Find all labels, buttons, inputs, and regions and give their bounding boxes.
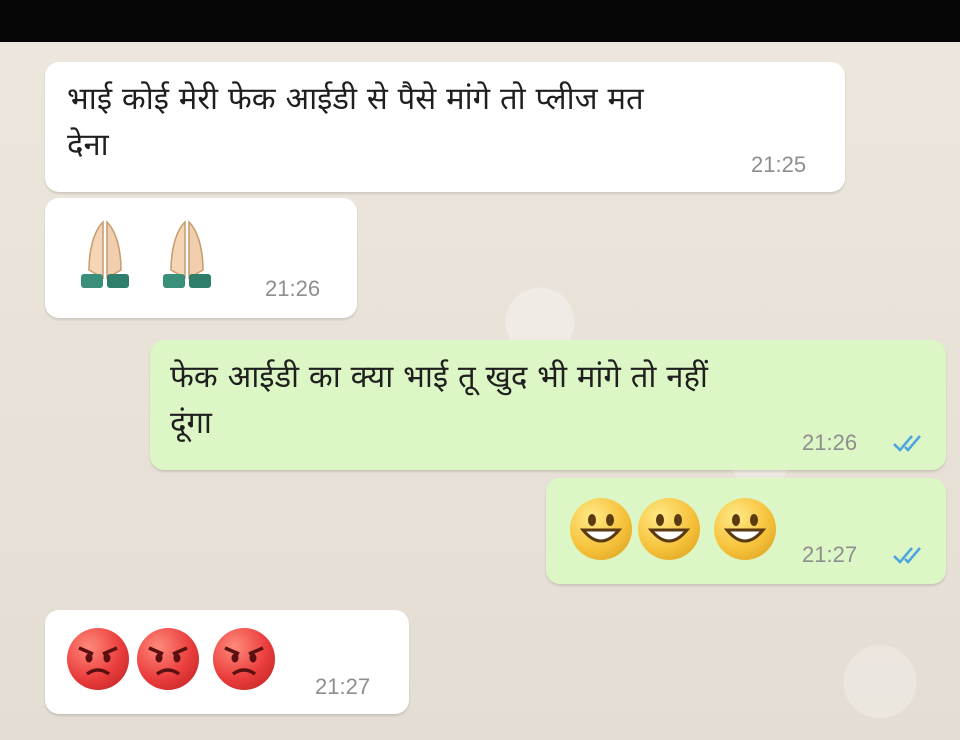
read-ticks-icon [892,432,932,454]
incoming-message[interactable]: भाई कोई मेरी फेक आईडी से पैसे मांगे तो प… [45,62,845,192]
message-text-line: भाई कोई मेरी फेक आईडी से पैसे मांगे तो प… [67,81,644,117]
outgoing-message[interactable]: फेक आईडी का क्या भाई तू खुद भी मांगे तो … [150,340,946,470]
angry-face-emoji [213,628,275,690]
message-time: 21:27 [802,542,858,567]
angry-face-emoji [137,628,199,690]
message-text-line: फेक आईडी का क्या भाई तू खुद भी मांगे तो … [170,359,708,395]
message-time: 21:26 [802,430,858,455]
folded-hands-emoji [75,218,135,298]
message-time: 21:27 [315,674,371,699]
grinning-face-emoji [714,498,776,560]
status-bar [0,0,960,42]
folded-hands-emoji [157,218,217,298]
angry-face-emoji [67,628,129,690]
grinning-face-emoji [638,498,700,560]
incoming-message[interactable]: 21:27 [45,610,409,714]
outgoing-message[interactable]: 21:27 [546,478,946,584]
message-text-line: देना [67,127,109,163]
grinning-face-emoji [570,498,632,560]
message-time: 21:25 [751,152,807,177]
message-time: 21:26 [265,276,321,301]
read-ticks-icon [892,544,932,566]
incoming-message[interactable]: 21:26 [45,198,357,318]
